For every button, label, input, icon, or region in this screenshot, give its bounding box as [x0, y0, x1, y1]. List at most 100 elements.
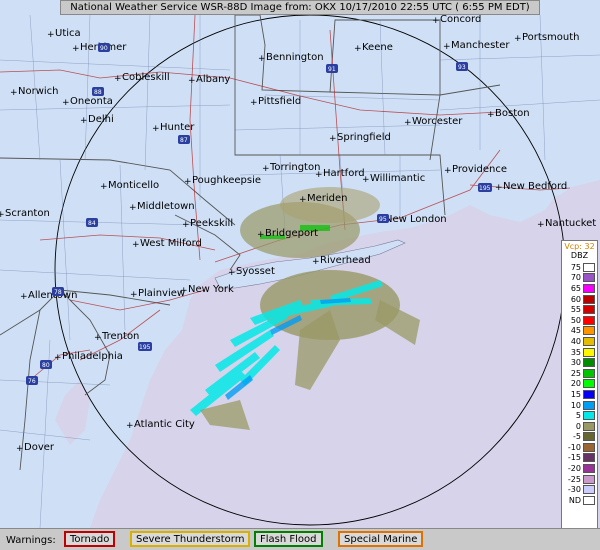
legend-color-swatch: [583, 421, 595, 431]
svg-text:84: 84: [88, 220, 96, 227]
city-scranton: + Scranton: [0, 208, 50, 220]
city-label: Hunter: [160, 122, 195, 133]
legend-row: -30: [562, 484, 597, 495]
svg-text:87: 87: [180, 137, 188, 144]
city-hunter: + Hunter: [152, 122, 195, 134]
city-marker: +: [132, 240, 140, 250]
city-peekskill: + Peekskill: [182, 218, 233, 230]
city-label: Atlantic City: [134, 419, 195, 430]
legend-level-label: -10: [567, 442, 581, 452]
city-marker: +: [54, 353, 62, 363]
city-label: New Bedford: [503, 181, 567, 192]
city-label: West Milford: [140, 238, 202, 249]
route-shield-78: 78: [52, 287, 64, 296]
route-shield-84: 84: [86, 218, 98, 227]
city-label: Bennington: [266, 52, 324, 63]
legend-row: -10: [562, 442, 597, 453]
city-label: Willimantic: [370, 173, 425, 184]
city-pittsfield: + Pittsfield: [250, 96, 301, 108]
legend-color-swatch: [583, 305, 595, 315]
legend-level-label: 25: [570, 368, 581, 378]
legend-row: 45: [562, 326, 597, 337]
legend-color-swatch: [583, 442, 595, 452]
city-monticello: + Monticello: [100, 180, 159, 192]
legend-row: 60: [562, 294, 597, 305]
city-marker: +: [129, 203, 137, 213]
svg-text:80: 80: [42, 362, 50, 369]
city-label: Springfield: [337, 132, 391, 143]
city-torrington: + Torrington: [262, 162, 320, 174]
city-label: Boston: [495, 108, 530, 119]
route-shield-91: 91: [326, 64, 338, 73]
city-label: Monticello: [108, 180, 159, 191]
city-marker: +: [514, 34, 522, 44]
route-shield-195-nj: 195: [138, 342, 152, 351]
legend-level-label: -20: [567, 464, 581, 474]
dbz-legend: Vcp: 32 DBZ 75 70 65 60 55 50 45 40 35 30 25 20 15 10…: [561, 240, 598, 542]
legend-level-label: 5: [575, 411, 581, 421]
warning-special-marine[interactable]: Special Marine: [338, 531, 424, 547]
city-new-york: + New York: [180, 284, 234, 296]
city-label: Trenton: [101, 331, 139, 342]
city-bennington: + Bennington: [258, 52, 324, 64]
city-label: Albany: [196, 74, 230, 85]
city-marker: +: [47, 30, 55, 40]
legend-level-label: 15: [570, 389, 581, 399]
legend-row: 50: [562, 315, 597, 326]
legend-rows: 75 70 65 60 55 50 45 40 35 30 25 20 15 10 5 0 -5 -10 -15 -2…: [562, 262, 597, 506]
legend-row: 35: [562, 347, 597, 358]
legend-row: -5: [562, 432, 597, 443]
legend-level-label: 65: [570, 283, 581, 293]
legend-row: -20: [562, 463, 597, 474]
legend-level-label: -15: [567, 453, 581, 463]
legend-color-swatch: [583, 411, 595, 421]
legend-row: 25: [562, 368, 597, 379]
legend-color-swatch: [583, 400, 595, 410]
city-new-bedford: + New Bedford: [495, 181, 567, 193]
legend-color-swatch: [583, 495, 595, 505]
legend-color-swatch: [583, 294, 595, 304]
route-shield-195: 195: [478, 183, 492, 192]
city-nantucket: + Nantucket: [537, 218, 596, 230]
legend-row: 55: [562, 304, 597, 315]
city-label: Keene: [362, 42, 393, 53]
city-label: Utica: [55, 28, 81, 39]
warning-tornado[interactable]: Tornado: [64, 531, 116, 547]
legend-row: 30: [562, 357, 597, 368]
city-label: Dover: [24, 442, 55, 453]
route-shield-76: 76: [26, 376, 38, 385]
city-marker: +: [0, 210, 5, 220]
route-shield-95: 95: [377, 214, 389, 223]
city-marker: +: [404, 118, 412, 128]
legend-color-swatch: [583, 368, 595, 378]
city-portsmouth: + Portsmouth: [514, 32, 580, 44]
city-label: Nantucket: [545, 218, 596, 229]
warning-severe-thunderstorm[interactable]: Severe Thunderstorm: [130, 531, 251, 547]
city-label: Meriden: [307, 193, 348, 204]
city-marker: +: [432, 16, 440, 26]
legend-level-label: 10: [570, 400, 581, 410]
city-marker: +: [20, 292, 28, 302]
svg-text:93: 93: [458, 64, 466, 71]
city-atlantic-city: + Atlantic City: [126, 419, 195, 431]
city-albany: + Albany: [188, 74, 230, 86]
legend-row: 10: [562, 400, 597, 411]
city-hartford: + Hartford: [315, 168, 365, 180]
legend-row: 15: [562, 389, 597, 400]
city-oneonta: + Oneonta: [62, 96, 113, 108]
city-meriden: + Meriden: [299, 193, 348, 205]
city-label: New York: [188, 284, 234, 295]
legend-row: 75: [562, 262, 597, 273]
vcp-label: Vcp: 32: [564, 242, 595, 251]
city-marker: +: [362, 175, 370, 185]
city-label: Portsmouth: [522, 32, 580, 43]
warning-flash-flood[interactable]: Flash Flood: [254, 531, 323, 547]
city-label: Philadelphia: [62, 351, 123, 362]
legend-color-swatch: [583, 464, 595, 474]
city-riverhead: + Riverhead: [312, 255, 371, 267]
legend-color-swatch: [583, 432, 595, 442]
city-marker: +: [257, 230, 265, 240]
city-marker: +: [94, 333, 102, 343]
city-dover: + Dover: [16, 442, 55, 454]
city-label: Peekskill: [190, 218, 233, 229]
